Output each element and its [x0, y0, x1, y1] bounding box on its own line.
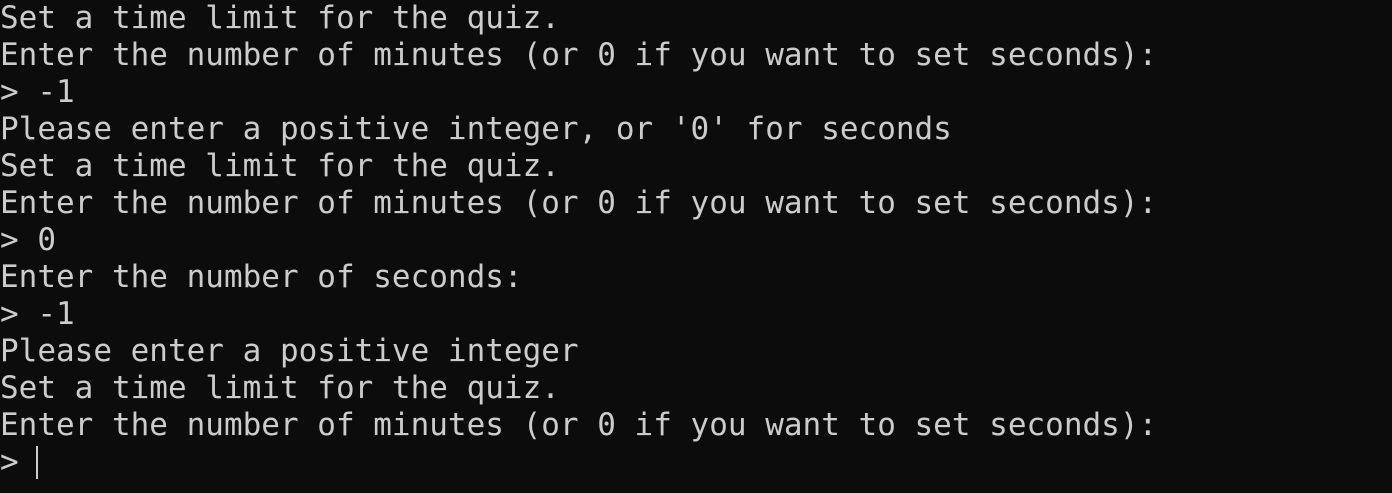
input-echo-line: > -1 [0, 296, 75, 332]
active-prompt-line[interactable]: > [0, 444, 1392, 481]
text-cursor[interactable] [35, 446, 38, 479]
output-line: Set a time limit for the quiz. [0, 0, 560, 36]
input-echo-line: > 0 [0, 222, 56, 258]
output-line: Enter the number of minutes (or 0 if you… [0, 407, 1158, 443]
terminal-window[interactable]: Set a time limit for the quiz. Enter the… [0, 0, 1392, 493]
output-line: Set a time limit for the quiz. [0, 148, 560, 184]
prompt-symbol: > [0, 444, 19, 480]
error-message-line: Please enter a positive integer [0, 333, 579, 369]
error-message-line: Please enter a positive integer, or '0' … [0, 111, 952, 147]
output-line: Set a time limit for the quiz. [0, 370, 560, 406]
output-line: Enter the number of minutes (or 0 if you… [0, 37, 1158, 73]
input-echo-line: > -1 [0, 74, 75, 110]
output-line: Enter the number of minutes (or 0 if you… [0, 185, 1158, 221]
output-line: Enter the number of seconds: [0, 259, 523, 295]
